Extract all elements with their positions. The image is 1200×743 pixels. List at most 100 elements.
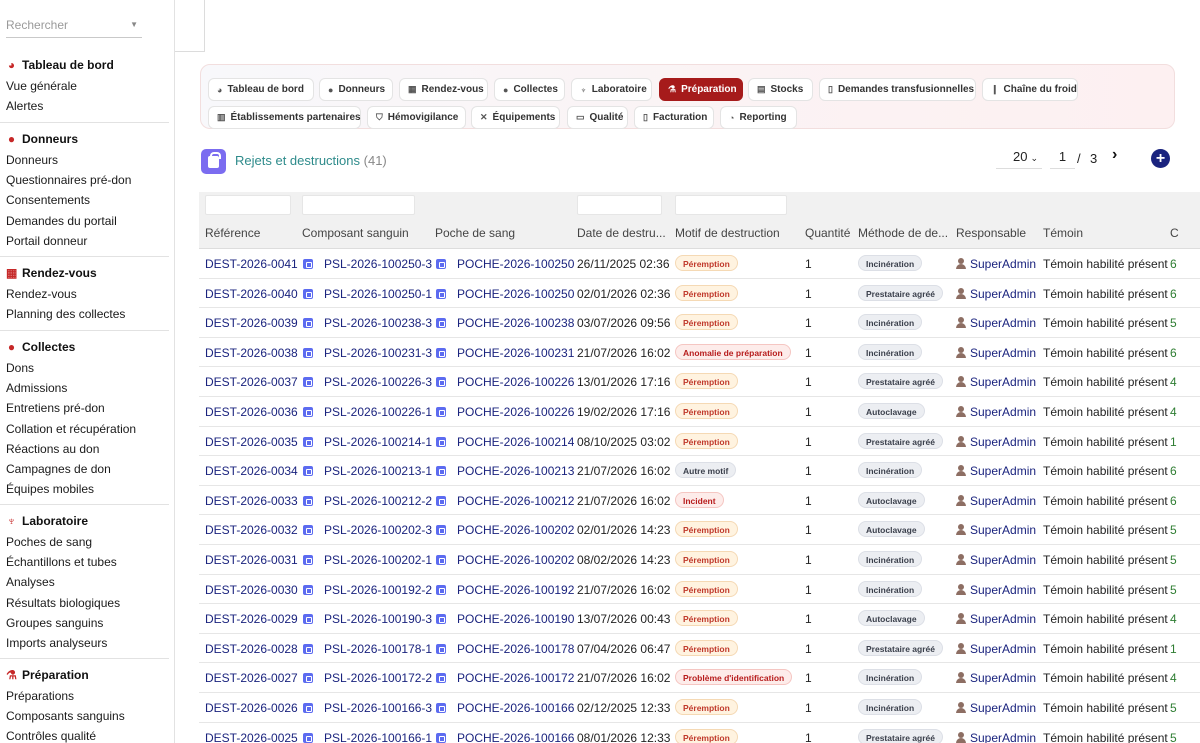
reference-link[interactable]: DEST-2026-0034: [205, 464, 298, 478]
sidebar-section-header[interactable]: ● Collectes: [0, 339, 170, 355]
column-header[interactable]: Responsable: [956, 226, 1041, 240]
component-link[interactable]: PSL-2026-100231-3: [324, 346, 432, 360]
table-row[interactable]: DEST-2026-0035 PSL-2026-100214-1 POCHE-202…: [199, 427, 1200, 457]
chevron-right-icon[interactable]: ›: [1112, 146, 1117, 164]
sidebar-item[interactable]: Planning des collectes: [0, 304, 170, 324]
bag-link[interactable]: POCHE-2026-100190: [457, 612, 574, 626]
nav-pill[interactable]: ❙ Chaîne du froid: [982, 78, 1078, 101]
sidebar-item[interactable]: Consentements: [0, 190, 170, 210]
table-row[interactable]: DEST-2026-0030 PSL-2026-100192-2 POCHE-202…: [199, 575, 1200, 605]
sidebar-item[interactable]: Vue générale: [0, 76, 170, 96]
reference-link[interactable]: DEST-2026-0025: [205, 731, 298, 743]
nav-pill[interactable]: ♆ Laboratoire: [571, 78, 652, 101]
responsible-link[interactable]: SuperAdmin: [970, 642, 1036, 656]
column-header[interactable]: Témoin: [1043, 226, 1168, 240]
table-row[interactable]: DEST-2026-0032 PSL-2026-100202-3 POCHE-202…: [199, 515, 1200, 545]
responsible-link[interactable]: SuperAdmin: [970, 346, 1036, 360]
component-link[interactable]: PSL-2026-100250-1: [324, 287, 432, 301]
responsible-link[interactable]: SuperAdmin: [970, 316, 1036, 330]
reference-link[interactable]: DEST-2026-0029: [205, 612, 298, 626]
nav-pill[interactable]: ◕ Tableau de bord: [208, 78, 314, 101]
reference-link[interactable]: DEST-2026-0026: [205, 701, 298, 715]
sidebar-item[interactable]: Admissions: [0, 378, 170, 398]
table-row[interactable]: DEST-2026-0027 PSL-2026-100172-2 POCHE-202…: [199, 663, 1200, 693]
bag-link[interactable]: POCHE-2026-100212: [457, 494, 574, 508]
sidebar-section-header[interactable]: ⚗ Préparation: [0, 667, 170, 683]
sidebar-item[interactable]: Questionnaires pré-don: [0, 170, 170, 190]
sidebar-item[interactable]: Demandes du portail: [0, 211, 170, 231]
reference-link[interactable]: DEST-2026-0041: [205, 257, 298, 271]
component-link[interactable]: PSL-2026-100250-3: [324, 257, 432, 271]
responsible-link[interactable]: SuperAdmin: [970, 671, 1036, 685]
reference-link[interactable]: DEST-2026-0037: [205, 375, 298, 389]
responsible-link[interactable]: SuperAdmin: [970, 257, 1036, 271]
nav-pill[interactable]: ● Donneurs: [319, 78, 393, 101]
reference-link[interactable]: DEST-2026-0031: [205, 553, 298, 567]
table-row[interactable]: DEST-2026-0038 PSL-2026-100231-3 POCHE-202…: [199, 338, 1200, 368]
nav-pill[interactable]: ⛉ Hémovigilance: [367, 106, 466, 129]
component-link[interactable]: PSL-2026-100213-1: [324, 464, 432, 478]
sidebar-item[interactable]: Groupes sanguins: [0, 613, 170, 633]
sidebar-section-header[interactable]: ▦ Rendez-vous: [0, 265, 170, 281]
bag-link[interactable]: POCHE-2026-100178: [457, 642, 574, 656]
sidebar-item[interactable]: Rendez-vous: [0, 284, 170, 304]
sidebar-item[interactable]: Poches de sang: [0, 532, 170, 552]
component-link[interactable]: PSL-2026-100190-3: [324, 612, 432, 626]
bag-link[interactable]: POCHE-2026-100250: [457, 287, 574, 301]
responsible-link[interactable]: SuperAdmin: [970, 405, 1036, 419]
component-link[interactable]: PSL-2026-100178-1: [324, 642, 432, 656]
table-row[interactable]: DEST-2026-0025 PSL-2026-100166-1 POCHE-202…: [199, 723, 1200, 743]
reference-link[interactable]: DEST-2026-0039: [205, 316, 298, 330]
responsible-link[interactable]: SuperAdmin: [970, 435, 1036, 449]
nav-pill[interactable]: ▦ Rendez-vous: [399, 78, 488, 101]
page-size-select[interactable]: 20 ⌄: [996, 145, 1042, 169]
responsible-link[interactable]: SuperAdmin: [970, 701, 1036, 715]
sidebar-item[interactable]: Résultats biologiques: [0, 593, 170, 613]
component-link[interactable]: PSL-2026-100214-1: [324, 435, 432, 449]
responsible-link[interactable]: SuperAdmin: [970, 494, 1036, 508]
sidebar-section-header[interactable]: ◕ Tableau de bord: [0, 57, 170, 73]
column-filter-input[interactable]: [302, 195, 415, 215]
sidebar-item[interactable]: Dons: [0, 358, 170, 378]
responsible-link[interactable]: SuperAdmin: [970, 375, 1036, 389]
bag-link[interactable]: POCHE-2026-100202: [457, 553, 574, 567]
bag-link[interactable]: POCHE-2026-100226: [457, 405, 574, 419]
column-header[interactable]: Quantité: [805, 226, 855, 240]
nav-pill[interactable]: ◔ Reporting: [720, 106, 797, 129]
sidebar-section-header[interactable]: ♆ Laboratoire: [0, 513, 170, 529]
bag-link[interactable]: POCHE-2026-100231: [457, 346, 574, 360]
reference-link[interactable]: DEST-2026-0030: [205, 583, 298, 597]
sidebar-section-header[interactable]: ● Donneurs: [0, 131, 170, 147]
bag-link[interactable]: POCHE-2026-100192: [457, 583, 574, 597]
chevron-down-icon[interactable]: ▼: [130, 20, 138, 29]
sidebar-item[interactable]: Collation et récupération: [0, 419, 170, 439]
table-row[interactable]: DEST-2026-0028 PSL-2026-100178-1 POCHE-202…: [199, 634, 1200, 664]
responsible-link[interactable]: SuperAdmin: [970, 287, 1036, 301]
reference-link[interactable]: DEST-2026-0038: [205, 346, 298, 360]
plus-circle-icon[interactable]: +: [1151, 149, 1170, 168]
sidebar-item[interactable]: Portail donneur: [0, 231, 170, 251]
reference-link[interactable]: DEST-2026-0027: [205, 671, 298, 685]
column-header[interactable]: Composant sanguin: [302, 226, 432, 240]
bag-link[interactable]: POCHE-2026-100166: [457, 701, 574, 715]
responsible-link[interactable]: SuperAdmin: [970, 523, 1036, 537]
table-row[interactable]: DEST-2026-0039 PSL-2026-100238-3 POCHE-202…: [199, 308, 1200, 338]
sidebar-item[interactable]: Contrôles qualité: [0, 726, 170, 743]
column-filter-input[interactable]: [577, 195, 662, 215]
table-row[interactable]: DEST-2026-0036 PSL-2026-100226-1 POCHE-202…: [199, 397, 1200, 427]
responsible-link[interactable]: SuperAdmin: [970, 583, 1036, 597]
column-header[interactable]: C: [1170, 226, 1200, 240]
nav-pill[interactable]: ▤ Stocks: [748, 78, 813, 101]
bag-link[interactable]: POCHE-2026-100214: [457, 435, 574, 449]
sidebar-item[interactable]: Imports analyseurs: [0, 633, 170, 653]
component-link[interactable]: PSL-2026-100202-3: [324, 523, 432, 537]
sidebar-item[interactable]: Entretiens pré-don: [0, 398, 170, 418]
component-link[interactable]: PSL-2026-100192-2: [324, 583, 432, 597]
sidebar-item[interactable]: Donneurs: [0, 150, 170, 170]
bag-link[interactable]: POCHE-2026-100166: [457, 731, 574, 743]
bag-link[interactable]: POCHE-2026-100213: [457, 464, 574, 478]
nav-pill[interactable]: ⚗ Préparation: [659, 78, 743, 101]
nav-pill[interactable]: ✕ Équipements: [471, 106, 560, 129]
column-filter-input[interactable]: [675, 195, 787, 215]
table-row[interactable]: DEST-2026-0041 PSL-2026-100250-3 POCHE-202…: [199, 249, 1200, 279]
